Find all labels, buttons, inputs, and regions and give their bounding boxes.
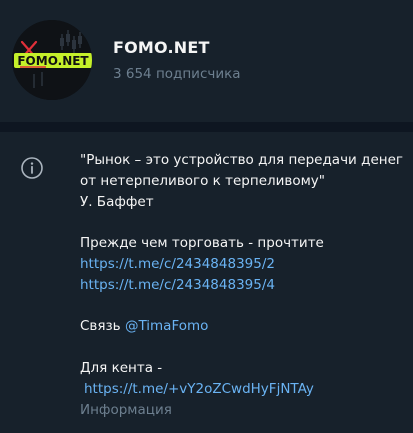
read-before-trading: Прежде чем торговать - прочтите — [80, 235, 324, 252]
subscriber-count: 3 654 подписчика — [113, 66, 241, 82]
logo-text: FOMO.NET — [17, 54, 89, 68]
contact-handle-link[interactable]: @TimaFomo — [125, 318, 208, 334]
channel-title: FOMO.NET — [113, 38, 210, 57]
channel-description: "Рынок – это устройство для передачи ден… — [80, 150, 405, 419]
info-caption: Информация — [80, 401, 172, 418]
info-section: "Рынок – это устройство для передачи ден… — [0, 132, 413, 433]
post-link-1[interactable]: https://t.me/c/2434848395/2 — [80, 256, 275, 272]
invite-link[interactable]: https://t.me/+vY2oZCwdHyFjNTAy — [84, 381, 314, 397]
quote-line-1: "Рынок – это устройство для передачи ден… — [80, 152, 403, 168]
info-icon — [21, 157, 43, 179]
post-link-2[interactable]: https://t.me/c/2434848395/4 — [80, 277, 275, 293]
kent-label: Для кента - — [80, 359, 163, 376]
contact-label: Связь — [80, 318, 121, 335]
section-divider — [0, 122, 413, 132]
quote-line-2: от нетерпеливого к терпеливому" — [80, 172, 325, 189]
fomo-logo-icon: FOMO.NET — [12, 20, 92, 100]
quote-author: У. Баффет — [80, 193, 154, 210]
channel-avatar[interactable]: FOMO.NET — [12, 20, 92, 100]
channel-header: FOMO.NET FOMO.NET 3 654 подписчика — [0, 0, 413, 122]
